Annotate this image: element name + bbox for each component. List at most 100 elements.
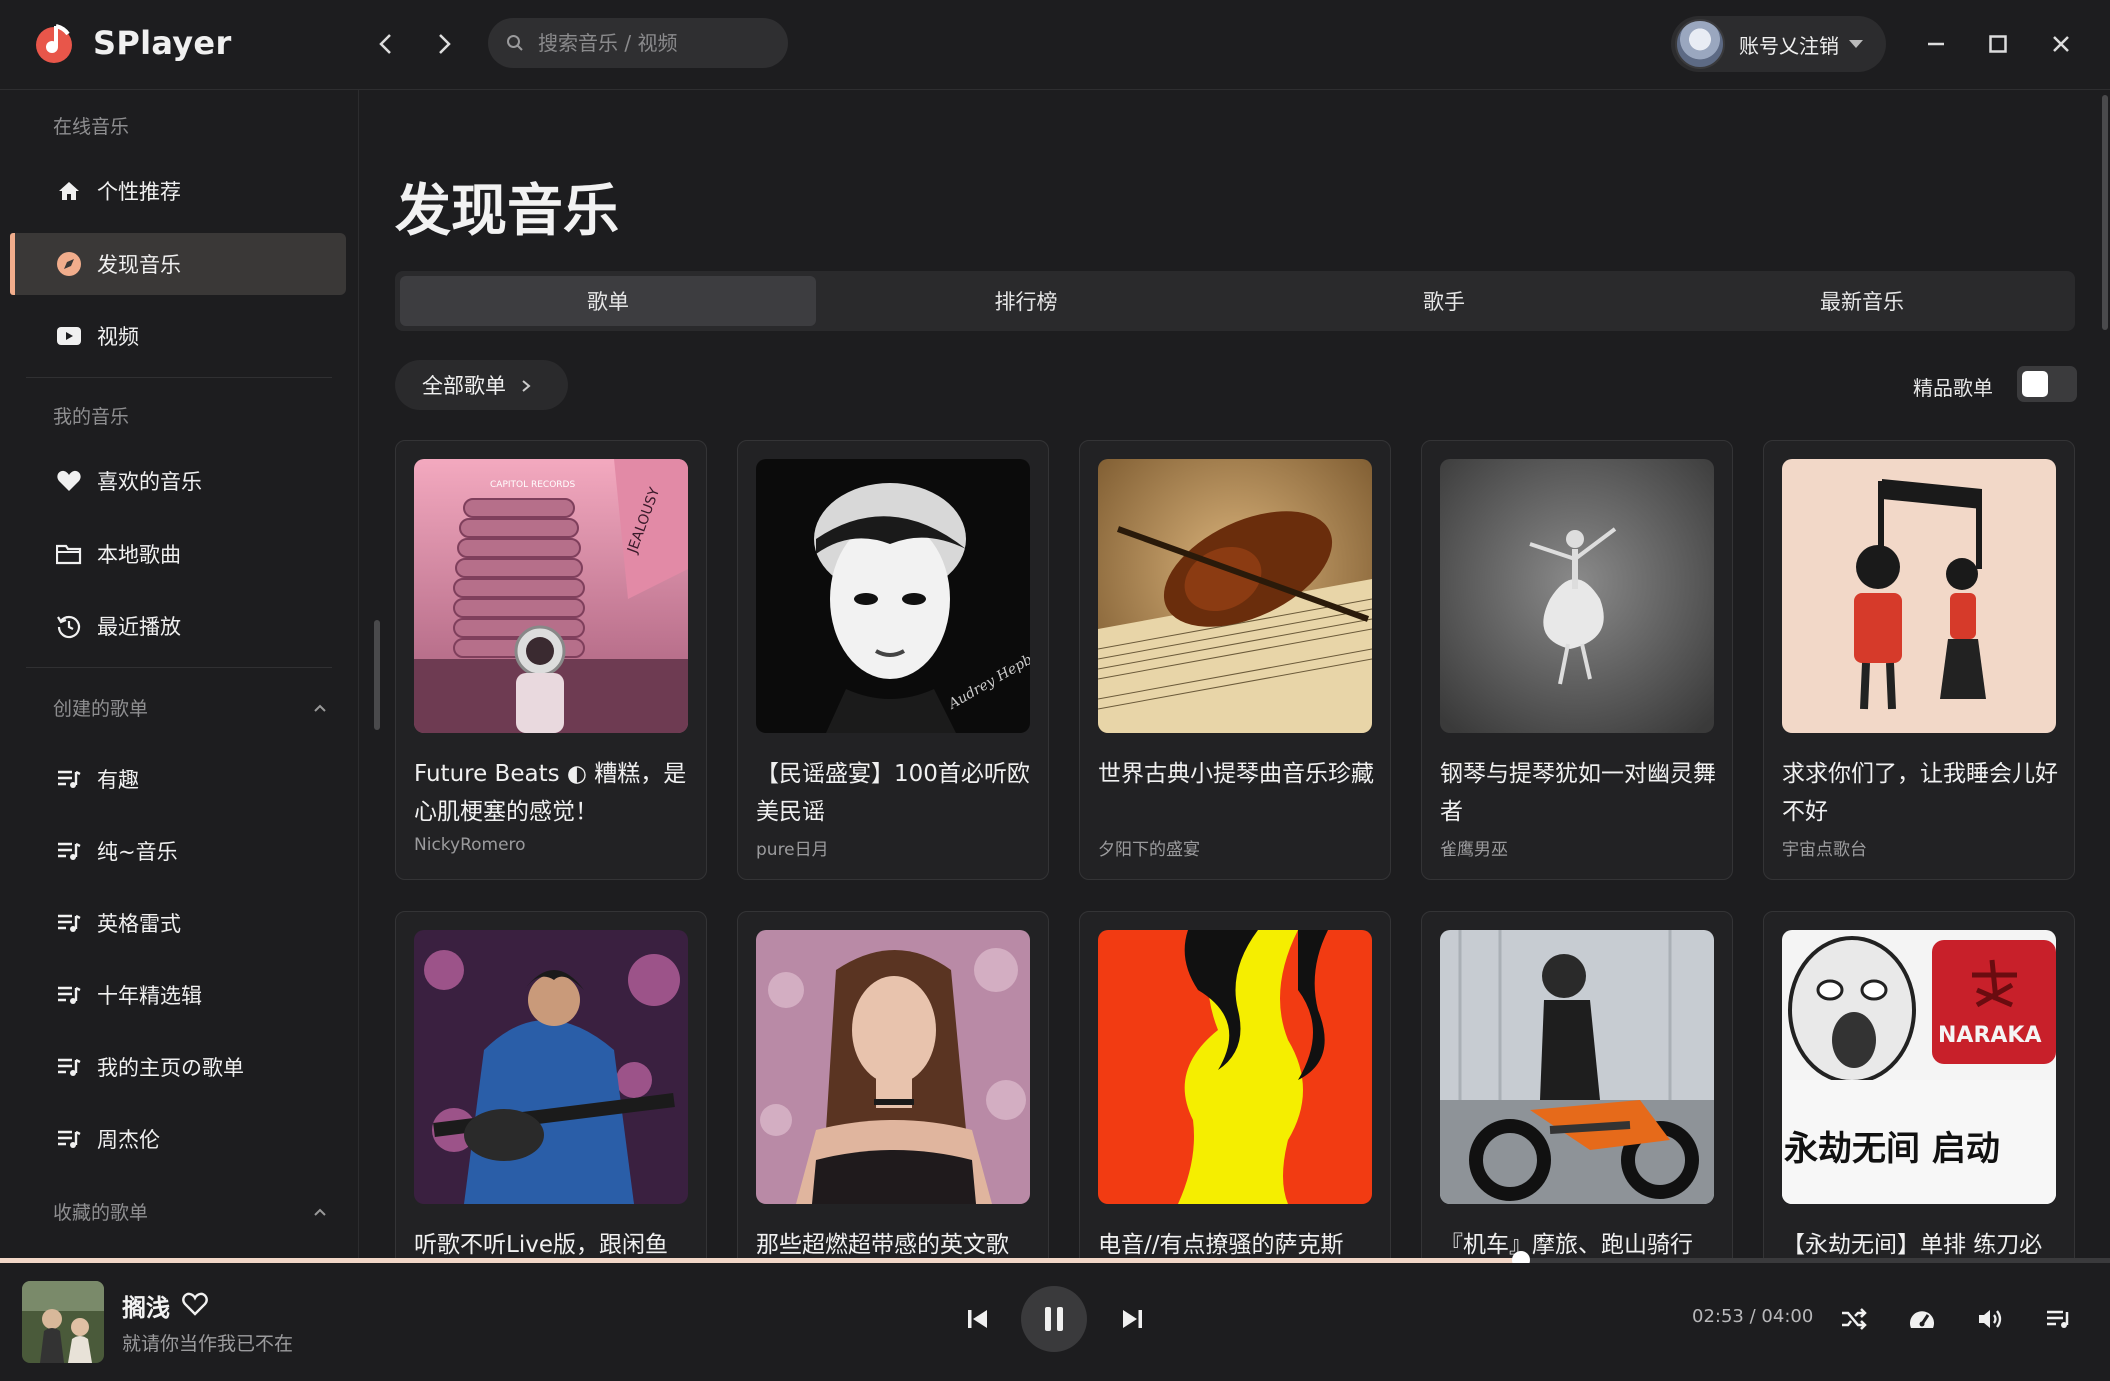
- maximize-button[interactable]: [1980, 26, 2016, 62]
- sidebar-item-recommend[interactable]: 个性推荐: [10, 160, 346, 222]
- playlist-author[interactable]: 宇宙点歌台: [1782, 835, 1867, 860]
- avatar: [1675, 19, 1725, 69]
- cover-slogan: 永劫无间 启动: [1784, 1129, 2000, 1169]
- app-logo-icon[interactable]: [34, 20, 76, 64]
- speedometer-icon: [1910, 1311, 1934, 1328]
- playlist-icon: [55, 909, 83, 937]
- sidebar-item-playlist[interactable]: 纯~音乐: [10, 820, 346, 882]
- sidebar-item-local[interactable]: 本地歌曲: [10, 523, 346, 585]
- playlist-cover: [756, 930, 1030, 1204]
- close-button[interactable]: [2043, 26, 2079, 62]
- playlist-author[interactable]: pure日月: [756, 835, 829, 860]
- playlist-card[interactable]: 『机车』摩旅、跑山骑行: [1421, 911, 1733, 1258]
- user-menu-button[interactable]: 账号乂注销: [1671, 16, 1886, 72]
- playlist-cover: [414, 930, 688, 1204]
- sidebar-item-video[interactable]: 视频: [10, 305, 346, 367]
- sidebar-item-label: 视频: [97, 325, 139, 349]
- playlist-title: 电音//有点撩骚的萨克斯: [1098, 1232, 1344, 1258]
- playlist-card[interactable]: NARAKA 永劫无间 启动 【永劫无间】单排 练刀必: [1763, 911, 2075, 1258]
- now-playing-artist[interactable]: 就请你当作我已不在: [122, 1329, 293, 1356]
- playlist-card[interactable]: 世界古典小提琴曲音乐珍藏 夕阳下的盛宴: [1079, 440, 1391, 880]
- playlist-queue-button[interactable]: [2039, 1299, 2079, 1339]
- playlist-title: 听歌不听Live版，跟闲鱼: [414, 1232, 668, 1258]
- sidebar-item-liked[interactable]: 喜欢的音乐: [10, 450, 346, 512]
- divider: [26, 377, 332, 378]
- speed-button[interactable]: [1902, 1299, 1942, 1339]
- chevron-down-icon: [1849, 40, 1863, 48]
- playlist-author[interactable]: 夕阳下的盛宴: [1098, 835, 1200, 860]
- playlist-icon: [55, 765, 83, 793]
- sidebar-item-label: 周杰伦: [97, 1128, 160, 1152]
- sidebar-item-label: 有趣: [97, 768, 139, 792]
- playlist-author[interactable]: NickyRomero: [414, 835, 526, 855]
- sidebar-item-recent[interactable]: 最近播放: [10, 595, 346, 657]
- video-icon: [55, 322, 83, 350]
- sidebar-item-playlist[interactable]: 十年精选辑: [10, 964, 346, 1026]
- playlist-icon: [55, 981, 83, 1009]
- current-time: 02:53: [1692, 1306, 1744, 1327]
- now-playing-title: 搁浅: [122, 1294, 170, 1322]
- queue-icon: [2047, 1310, 2069, 1328]
- player-bar: 搁浅 就请你当作我已不在 02:53 / 04:00: [0, 1263, 2110, 1381]
- tab-charts[interactable]: 排行榜: [818, 276, 1234, 326]
- previous-track-button[interactable]: [958, 1299, 998, 1339]
- shuffle-button[interactable]: [1834, 1299, 1874, 1339]
- playlist-card[interactable]: CAPITOL RECORDS JEALOUSY Future Beats ◐ …: [395, 440, 707, 880]
- sidebar-item-label: 英格雷式: [97, 912, 181, 936]
- sidebar-item-label: 最近播放: [97, 615, 181, 639]
- sidebar: 在线音乐 个性推荐 发现音乐 视频 我的音乐 喜欢的音乐 本地歌曲 最近播放 创…: [0, 90, 359, 1258]
- playlist-card[interactable]: 电音//有点撩骚的萨克斯: [1079, 911, 1391, 1258]
- playback-time: 02:53 / 04:00: [1692, 1306, 1813, 1327]
- app-name: SPlayer: [93, 24, 232, 62]
- search-box[interactable]: [488, 18, 788, 68]
- search-input[interactable]: [536, 30, 780, 56]
- playlist-cover: CAPITOL RECORDS JEALOUSY: [414, 459, 688, 733]
- next-track-button[interactable]: [1112, 1299, 1152, 1339]
- history-icon: [55, 612, 83, 640]
- playlist-title: 世界古典小提琴曲音乐珍藏: [1098, 761, 1374, 787]
- main-scrollbar[interactable]: [2102, 95, 2108, 330]
- search-icon: [506, 32, 528, 54]
- title-bar: SPlayer 账号乂注销: [0, 0, 2110, 90]
- tower-sign: CAPITOL RECORDS: [490, 480, 575, 490]
- sidebar-item-playlist[interactable]: 英格雷式: [10, 892, 346, 954]
- sidebar-item-playlist[interactable]: 有趣: [10, 748, 346, 810]
- forward-button[interactable]: [426, 26, 462, 62]
- sidebar-item-label: 个性推荐: [97, 180, 181, 204]
- playlist-card[interactable]: 那些超燃超带感的英文歌: [737, 911, 1049, 1258]
- tab-playlists[interactable]: 歌单: [400, 276, 816, 326]
- playlist-cover: [1098, 930, 1372, 1204]
- playlist-title: Future Beats ◐ 糟糕，是心肌梗塞的感觉！: [414, 761, 687, 825]
- time-separator: /: [1749, 1306, 1756, 1327]
- compass-icon: [55, 250, 83, 278]
- sidebar-item-discover[interactable]: 发现音乐: [10, 233, 346, 295]
- playlist-card[interactable]: Audrey Hepburn 【民谣盛宴】100首必听欧美民谣 pure日月: [737, 440, 1049, 880]
- sidebar-item-playlist[interactable]: 我的主页の歌单: [10, 1036, 346, 1098]
- like-heart-icon[interactable]: [181, 1291, 209, 1317]
- playlist-author[interactable]: 雀鹰男巫: [1440, 835, 1508, 860]
- pause-button[interactable]: [1021, 1286, 1087, 1352]
- sidebar-item-label: 我的主页の歌单: [97, 1056, 244, 1080]
- minimize-button[interactable]: [1918, 26, 1954, 62]
- sidebar-item-playlist[interactable]: 周杰伦: [10, 1108, 346, 1170]
- collapse-collected-icon[interactable]: [312, 1204, 328, 1220]
- collapse-created-icon[interactable]: [312, 700, 328, 716]
- tab-artists[interactable]: 歌手: [1236, 276, 1652, 326]
- page-title: 发现音乐: [395, 179, 619, 244]
- home-icon: [55, 177, 83, 205]
- tab-new-music[interactable]: 最新音乐: [1654, 276, 2070, 326]
- playlist-card[interactable]: 钢琴与提琴犹如一对幽灵舞者 雀鹰男巫: [1421, 440, 1733, 880]
- hq-playlists-toggle[interactable]: [2017, 366, 2077, 402]
- folder-icon: [55, 540, 83, 568]
- playlist-title: 『机车』摩旅、跑山骑行: [1440, 1232, 1693, 1258]
- playlist-card[interactable]: 听歌不听Live版，跟闲鱼: [395, 911, 707, 1258]
- divider: [26, 667, 332, 668]
- playlist-title: 【永劫无间】单排 练刀必: [1782, 1232, 2043, 1258]
- main-content: 发现音乐 歌单 排行榜 歌手 最新音乐 全部歌单 精品歌单 CAPITOL RE…: [359, 90, 2110, 1258]
- volume-button[interactable]: [1970, 1299, 2010, 1339]
- all-playlists-button[interactable]: 全部歌单: [395, 360, 568, 410]
- now-playing-cover[interactable]: [22, 1281, 104, 1363]
- playlist-card[interactable]: 求求你们了，让我睡会儿好不好 宇宙点歌台: [1763, 440, 2075, 880]
- back-button[interactable]: [368, 26, 404, 62]
- heart-icon: [55, 467, 83, 495]
